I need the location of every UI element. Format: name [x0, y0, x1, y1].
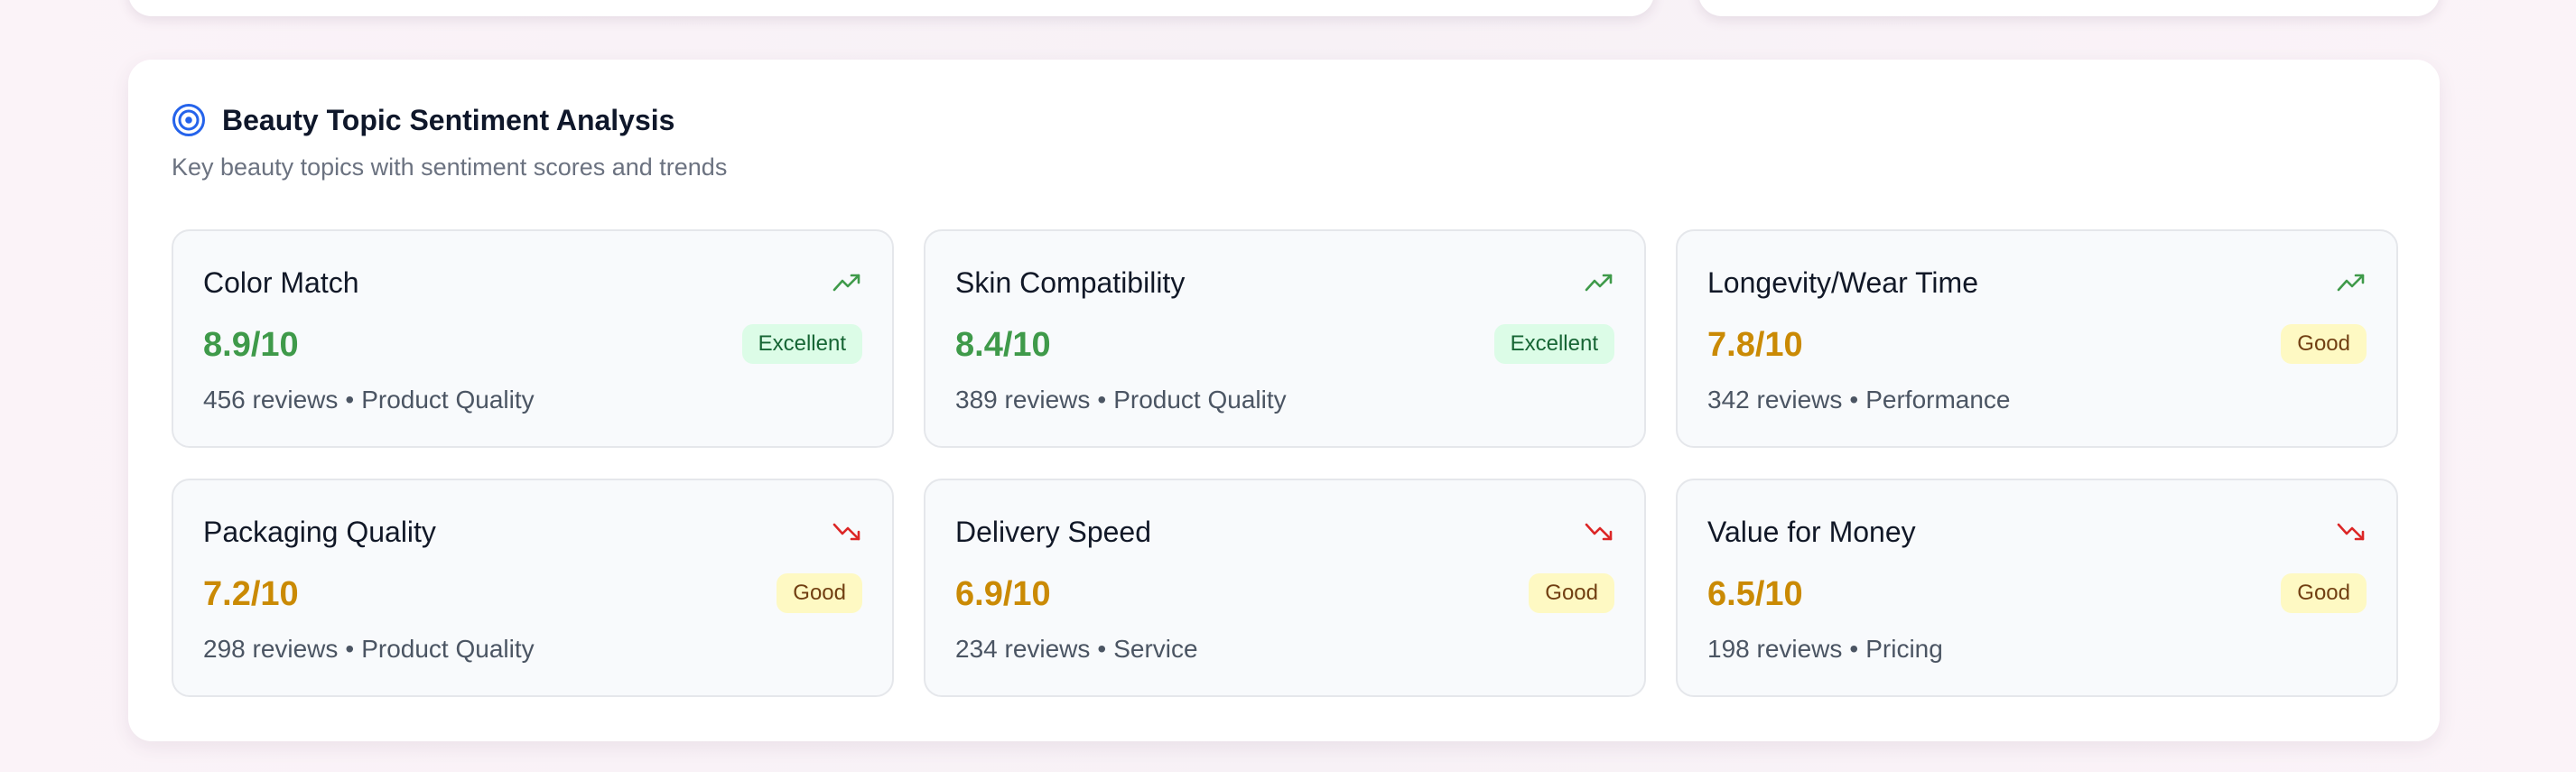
topic-meta: 198 reviews • Pricing: [1707, 634, 1943, 665]
trending-up-icon: [832, 274, 860, 292]
topic-score: 6.5/10: [1707, 575, 1803, 613]
rating-badge: Good: [2281, 324, 2367, 364]
review-count: 389 reviews: [955, 386, 1091, 414]
separator-dot: •: [345, 635, 355, 663]
rating-badge: Excellent: [1493, 324, 1614, 364]
rating-badge: Good: [1529, 573, 1614, 613]
topic-name: Color Match: [203, 266, 359, 299]
separator-dot: •: [1097, 635, 1107, 663]
target-icon: [172, 104, 205, 136]
topic-meta: 389 reviews • Product Quality: [955, 385, 1287, 415]
topic-category: Performance: [1865, 386, 2011, 414]
topic-card[interactable]: Value for Money 6.5/10 Good 198 reviews •…: [1676, 479, 2398, 697]
previous-card-right: [1698, 0, 2440, 16]
topic-score: 7.8/10: [1707, 326, 1803, 364]
panel-title: Beauty Topic Sentiment Analysis: [222, 104, 675, 136]
topic-category: Product Quality: [1113, 386, 1287, 414]
topic-name: Packaging Quality: [203, 516, 436, 548]
topic-meta: 298 reviews • Product Quality: [203, 634, 535, 665]
topic-card[interactable]: Delivery Speed 6.9/10 Good 234 reviews • S…: [924, 479, 1646, 697]
trending-up-icon: [2337, 274, 2365, 292]
panel-header: Beauty Topic Sentiment Analysis Key beau…: [172, 103, 2396, 182]
review-count: 198 reviews: [1707, 635, 1843, 663]
trending-up-icon: [1585, 274, 1613, 292]
rating-badge: Good: [777, 573, 862, 613]
topic-meta: 456 reviews • Product Quality: [203, 385, 535, 415]
topic-meta: 342 reviews • Performance: [1707, 385, 2011, 415]
trending-down-icon: [2337, 523, 2365, 541]
topic-category: Pricing: [1865, 635, 1943, 663]
review-count: 234 reviews: [955, 635, 1091, 663]
separator-dot: •: [1097, 386, 1107, 414]
topic-name: Delivery Speed: [955, 516, 1151, 548]
topic-card[interactable]: Packaging Quality 7.2/10 Good 298 review…: [172, 479, 894, 697]
review-count: 298 reviews: [203, 635, 339, 663]
rating-badge: Good: [2281, 573, 2367, 613]
previous-card-left: [128, 0, 1654, 16]
review-count: 456 reviews: [203, 386, 339, 414]
topic-grid: Color Match 8.9/10 Excellent 456 reviews…: [172, 229, 2398, 697]
topic-score: 8.9/10: [203, 326, 299, 364]
review-count: 342 reviews: [1707, 386, 1843, 414]
topic-category: Service: [1113, 635, 1198, 663]
topic-card[interactable]: Longevity/Wear Time 7.8/10 Good 342 revi…: [1676, 229, 2398, 448]
topic-score: 8.4/10: [955, 326, 1051, 364]
topic-meta: 234 reviews • Service: [955, 634, 1198, 665]
panel-subtitle: Key beauty topics with sentiment scores …: [172, 153, 728, 181]
topic-sentiment-panel: Beauty Topic Sentiment Analysis Key beau…: [128, 60, 2440, 741]
topic-card[interactable]: Color Match 8.9/10 Excellent 456 reviews…: [172, 229, 894, 448]
topic-category: Product Quality: [361, 635, 535, 663]
topic-score: 6.9/10: [955, 575, 1051, 613]
trending-down-icon: [832, 523, 860, 541]
topic-score: 7.2/10: [203, 575, 299, 613]
dashboard-stage: Beauty Topic Sentiment Analysis Key beau…: [0, 0, 2576, 772]
trending-down-icon: [1585, 523, 1613, 541]
separator-dot: •: [1849, 386, 1859, 414]
topic-category: Product Quality: [361, 386, 535, 414]
rating-badge: Excellent: [741, 324, 862, 364]
topic-name: Longevity/Wear Time: [1707, 266, 1978, 299]
topic-name: Skin Compatibility: [955, 266, 1186, 299]
title-row: Beauty Topic Sentiment Analysis: [172, 103, 2396, 137]
topic-name: Value for Money: [1707, 516, 1916, 548]
topic-card[interactable]: Skin Compatibility 8.4/10 Excellent 389 …: [924, 229, 1646, 448]
separator-dot: •: [345, 386, 355, 414]
separator-dot: •: [1849, 635, 1859, 663]
